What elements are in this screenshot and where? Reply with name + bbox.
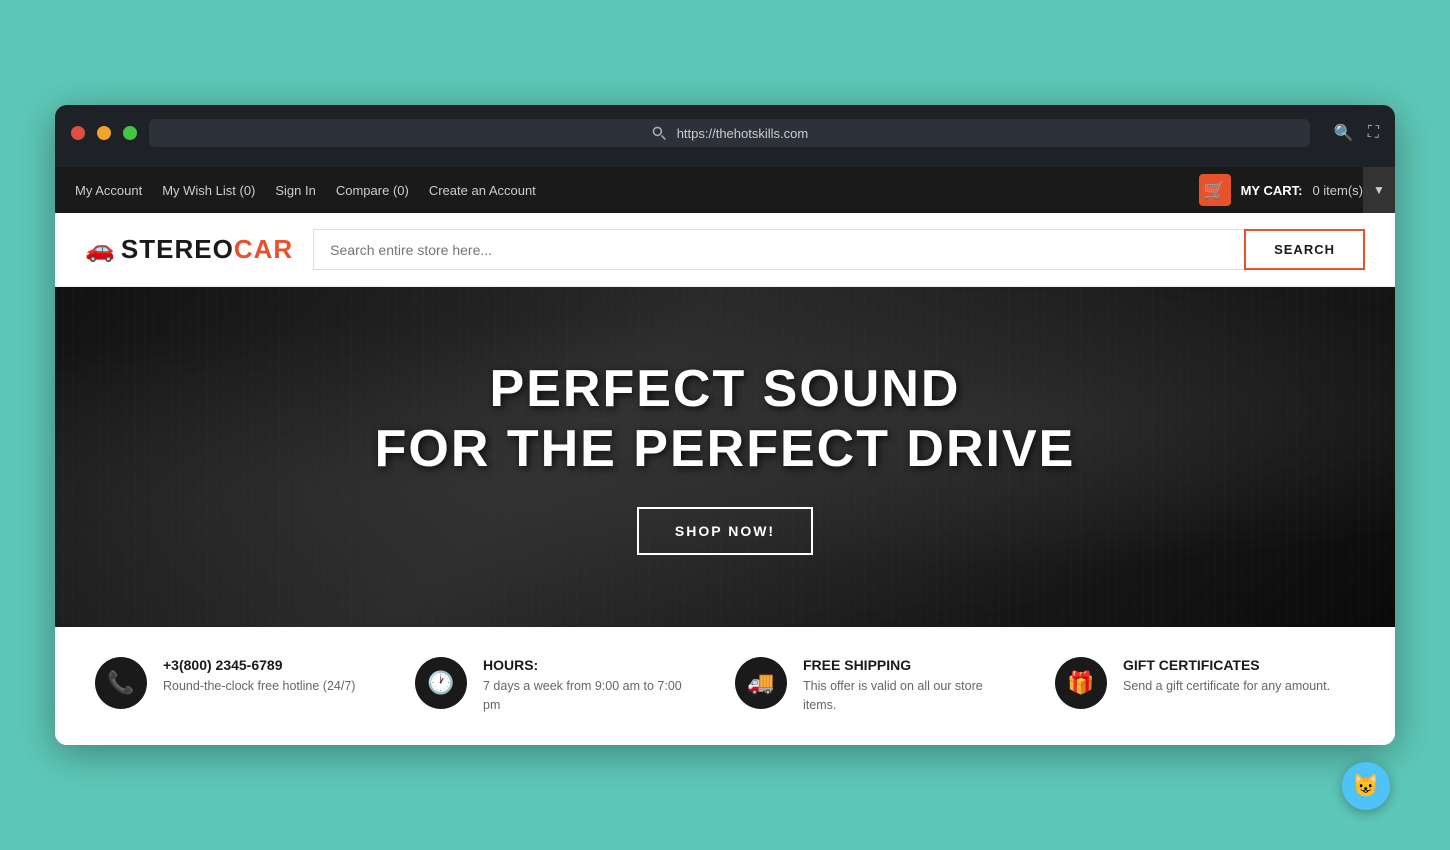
logo-text: STEREOCAR (121, 234, 293, 265)
shipping-title: FREE SHIPPING (803, 657, 1015, 673)
feature-text-gift: GIFT CERTIFICATES Send a gift certificat… (1123, 657, 1330, 696)
cart-icon: 🛒 (1203, 180, 1225, 201)
shop-now-button[interactable]: SHOP NOW! (637, 507, 813, 555)
hero-title-line2: FOR THE PERFECT DRIVE (375, 419, 1076, 479)
feature-item-phone: 📞 +3(800) 2345-6789 Round-the-clock free… (95, 657, 395, 709)
close-dot[interactable] (71, 126, 85, 140)
top-nav-bar: My Account My Wish List (0) Sign In Comp… (55, 167, 1395, 213)
top-nav-links: My Account My Wish List (0) Sign In Comp… (75, 183, 536, 198)
browser-tab-bar (71, 159, 1379, 167)
browser-chrome: https://thehotskills.com 🔍 ⛶ (55, 105, 1395, 167)
shipping-icon-circle: 🚚 (735, 657, 787, 709)
create-account-link[interactable]: Create an Account (429, 183, 536, 198)
search-input[interactable] (313, 229, 1244, 270)
feature-item-shipping: 🚚 FREE SHIPPING This offer is valid on a… (715, 657, 1035, 715)
browser-expand-btn[interactable]: ⛶ (1368, 124, 1379, 142)
wishlist-link[interactable]: My Wish List (0) (162, 183, 255, 198)
my-account-link[interactable]: My Account (75, 183, 142, 198)
chat-icon: 😺 (1352, 773, 1379, 799)
feature-text-shipping: FREE SHIPPING This offer is valid on all… (803, 657, 1015, 715)
address-bar[interactable]: https://thehotskills.com (149, 119, 1310, 147)
cart-label: MY CART: (1241, 183, 1303, 198)
logo-car-icon: 🚗 (85, 235, 115, 264)
sign-in-link[interactable]: Sign In (275, 183, 315, 198)
gift-icon-circle: 🎁 (1055, 657, 1107, 709)
browser-action-buttons: 🔍 ⛶ (1334, 123, 1379, 143)
url-text: https://thehotskills.com (677, 126, 809, 141)
compare-link[interactable]: Compare (0) (336, 183, 409, 198)
search-area: SEARCH (313, 229, 1365, 270)
browser-controls: https://thehotskills.com 🔍 ⛶ (71, 119, 1379, 147)
feature-text-phone: +3(800) 2345-6789 Round-the-clock free h… (163, 657, 355, 696)
cart-area[interactable]: 🛒 MY CART: 0 item(s) (1199, 174, 1363, 206)
phone-icon-circle: 📞 (95, 657, 147, 709)
features-bar: 📞 +3(800) 2345-6789 Round-the-clock free… (55, 627, 1395, 745)
phone-icon: 📞 (107, 670, 134, 696)
cart-dropdown-arrow[interactable]: ▼ (1363, 167, 1395, 213)
chat-button[interactable]: 😺 (1342, 762, 1390, 810)
feature-item-gift: 🎁 GIFT CERTIFICATES Send a gift certific… (1035, 657, 1355, 709)
cart-icon-wrap: 🛒 (1199, 174, 1231, 206)
cart-count: 0 item(s) (1312, 183, 1363, 198)
site-content: My Account My Wish List (0) Sign In Comp… (55, 167, 1395, 745)
hours-icon-circle: 🕐 (415, 657, 467, 709)
feature-text-hours: HOURS: 7 days a week from 9:00 am to 7:0… (483, 657, 695, 715)
browser-search-btn[interactable]: 🔍 (1334, 123, 1354, 143)
maximize-dot[interactable] (123, 126, 137, 140)
phone-title: +3(800) 2345-6789 (163, 657, 355, 673)
logo-area[interactable]: 🚗 STEREOCAR (85, 234, 293, 265)
hero-content: PERFECT SOUND FOR THE PERFECT DRIVE SHOP… (375, 359, 1076, 555)
gift-icon: 🎁 (1067, 670, 1094, 696)
logo-stereo: STEREO (121, 234, 234, 264)
minimize-dot[interactable] (97, 126, 111, 140)
truck-icon: 🚚 (747, 670, 774, 696)
hero-banner: PERFECT SOUND FOR THE PERFECT DRIVE SHOP… (55, 287, 1395, 627)
gift-desc: Send a gift certificate for any amount. (1123, 677, 1330, 696)
gift-title: GIFT CERTIFICATES (1123, 657, 1330, 673)
cart-and-dropdown: 🛒 MY CART: 0 item(s) ▼ (1199, 167, 1375, 213)
clock-icon: 🕐 (427, 670, 454, 696)
search-button[interactable]: SEARCH (1244, 229, 1365, 270)
hours-title: HOURS: (483, 657, 695, 673)
search-icon (651, 125, 667, 141)
hero-title-line1: PERFECT SOUND (375, 359, 1076, 419)
hours-desc: 7 days a week from 9:00 am to 7:00 pm (483, 677, 695, 715)
logo-car-text: CAR (234, 234, 293, 264)
shipping-desc: This offer is valid on all our store ite… (803, 677, 1015, 715)
browser-window: https://thehotskills.com 🔍 ⛶ My Account … (55, 105, 1395, 745)
site-header: 🚗 STEREOCAR SEARCH (55, 213, 1395, 287)
feature-item-hours: 🕐 HOURS: 7 days a week from 9:00 am to 7… (395, 657, 715, 715)
phone-desc: Round-the-clock free hotline (24/7) (163, 677, 355, 696)
